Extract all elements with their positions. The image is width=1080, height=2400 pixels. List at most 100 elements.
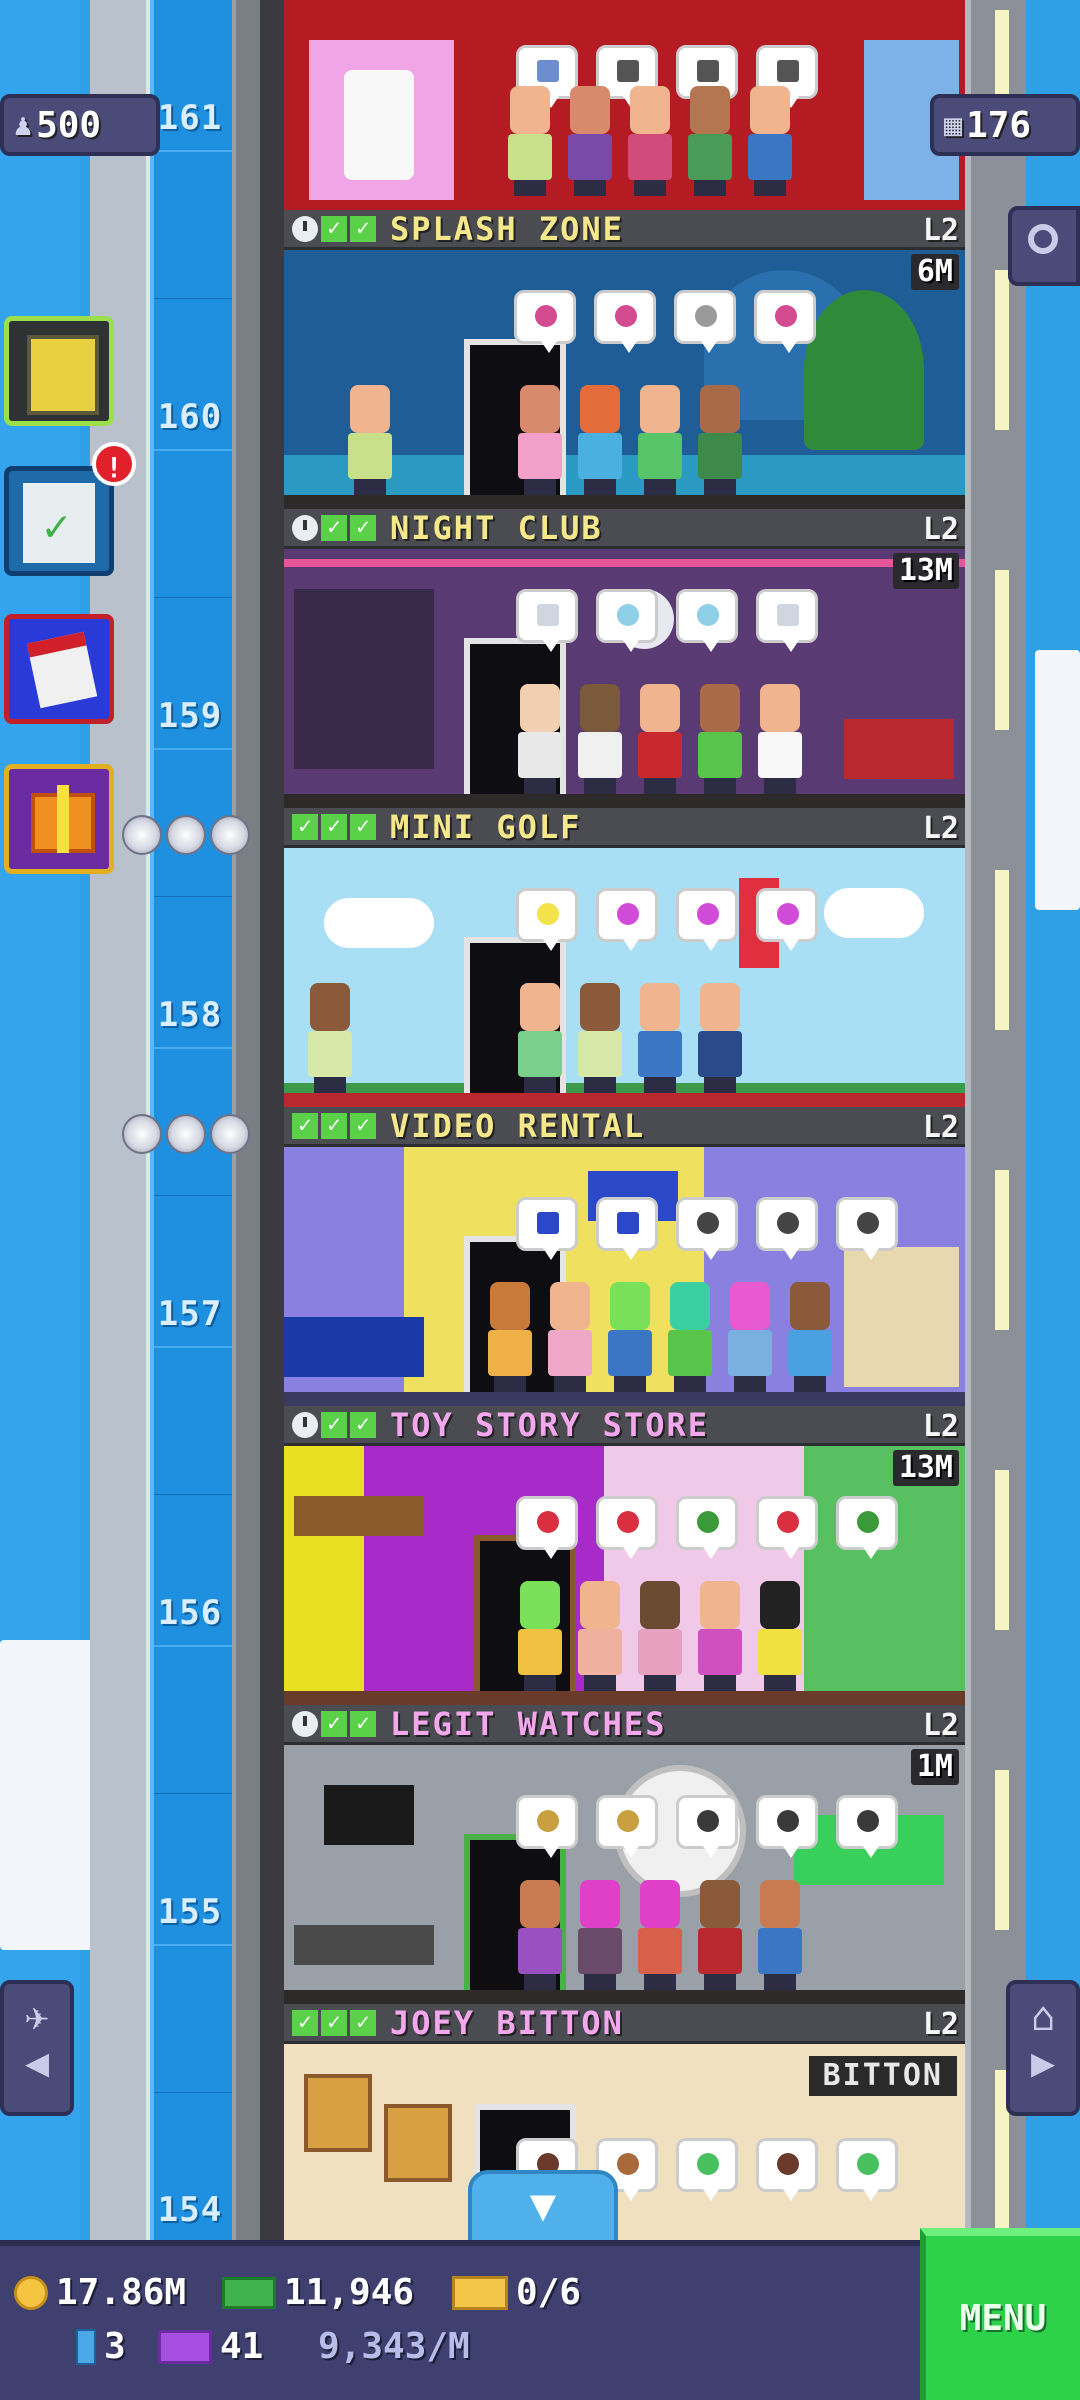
wall-lamp [995,870,1009,1030]
visitor[interactable] [744,86,796,196]
money-ready-tag[interactable]: 13M [892,553,959,589]
floor-161[interactable] [284,0,965,210]
status-icons: ✓ ✓ [284,514,376,541]
visitor[interactable] [784,1282,836,1392]
visitor[interactable] [634,983,686,1093]
floor-night-club[interactable]: ✓ ✓ NIGHT CLUB L2 13M [284,509,965,808]
visitor[interactable] [634,1581,686,1691]
gift-button[interactable] [4,764,114,874]
check-icon: ✓ [321,813,347,840]
yellow-wall [284,1446,364,1705]
build-floor-button[interactable] [4,316,114,426]
lobby-nav-button[interactable]: ✈ ◀ [0,1980,74,2116]
thought-bubbles [514,290,816,353]
cloud [1035,650,1080,910]
money-ready-tag[interactable]: 13M [892,1450,959,1486]
floor-joey-bitton[interactable]: ✓ ✓ ✓ JOEY BITTON L2 BITTON [284,2004,965,2240]
home-nav-button[interactable]: ⌂ ▶ [1006,1980,1080,2116]
visitor[interactable] [604,1282,656,1392]
visitor[interactable] [544,1282,596,1392]
bux-value: 11,946 [284,2272,415,2313]
visitor[interactable] [564,86,616,196]
visitor[interactable] [574,684,626,794]
zoom-button[interactable] [1008,206,1080,286]
visitor[interactable] [504,86,556,196]
visitor[interactable] [484,1282,536,1392]
floor-legit-watches[interactable]: ✓ ✓ LEGIT WATCHES L2 1M [284,1705,965,2004]
floor-toy-story-store[interactable]: ✓ ✓ TOY STORY STORE L2 13M [284,1406,965,1705]
visitor[interactable] [634,385,686,495]
visitors [504,86,796,196]
visitor[interactable] [634,1880,686,1990]
chevron-down-icon: ▼ [529,2180,557,2231]
check-icon: ✓ [350,2009,376,2036]
visitor[interactable] [724,1282,776,1392]
bubble-icon [615,305,637,327]
visitor[interactable] [514,684,566,794]
tickets-counter[interactable]: 0/6 [452,2272,581,2313]
calendar-button[interactable] [4,614,114,724]
status-icons: ✓ ✓ [284,1710,376,1737]
elevators-counter[interactable]: 3 [76,2326,126,2367]
thought-bubble [836,1197,898,1260]
floor-interior [284,0,965,210]
floor-number: 157 [157,1294,223,1334]
visitor[interactable] [754,1581,806,1691]
visitor[interactable] [694,684,746,794]
vip-counter[interactable]: 41 [158,2326,263,2367]
scroll-down-button[interactable]: ▼ [468,2170,618,2244]
visitor[interactable] [574,385,626,495]
home-icon: ⌂ [1030,1994,1056,2040]
visitor[interactable] [344,385,396,495]
thought-bubbles [516,888,818,951]
visitor[interactable] [514,385,566,495]
thought-bubble [596,1795,658,1858]
visitor[interactable] [694,1581,746,1691]
handbag-display [384,2104,452,2182]
money-ready-tag[interactable]: 1M [910,1749,959,1785]
visitor[interactable] [634,684,686,794]
visitor[interactable] [694,385,746,495]
floor-splash-zone[interactable]: ✓ ✓ SPLASH ZONE L2 6M [284,210,965,509]
visitor[interactable] [514,983,566,1093]
visitor[interactable] [684,86,736,196]
menu-button[interactable]: MENU [920,2228,1080,2400]
visitor[interactable] [664,1282,716,1392]
person-icon: ♟ [14,107,33,143]
visitor[interactable] [574,983,626,1093]
visitor[interactable] [754,684,806,794]
floors-counter[interactable]: ▦ 176 [930,94,1080,156]
bubble-icon [617,903,639,925]
visitor[interactable] [694,983,746,1093]
tower-right-wall [965,0,1026,2240]
status-icons: ✓ ✓ [284,215,376,242]
visitor[interactable] [694,1880,746,1990]
bux-counter[interactable]: 11,946 [222,2272,414,2313]
wall-lamp [995,1470,1009,1630]
visitor[interactable] [514,1581,566,1691]
check-icon: ✓ [350,1710,376,1737]
missions-button[interactable]: ✓ [4,466,114,576]
visitor[interactable] [304,983,356,1093]
thought-bubble [516,1795,578,1858]
population-counter[interactable]: ♟ 500 [0,94,160,156]
visitor[interactable] [514,1880,566,1990]
coins-counter[interactable]: 17.86M [14,2272,186,2313]
floor-mini-golf[interactable]: ✓ ✓ ✓ MINI GOLF L2 [284,808,965,1107]
thought-bubbles [516,589,818,652]
visitor[interactable] [574,1880,626,1990]
floor-header: ✓ ✓ LEGIT WATCHES L2 [284,1705,965,1745]
check-icon: ✓ [321,1411,347,1438]
thought-bubble [516,888,578,951]
visitor[interactable] [624,86,676,196]
resource-bar: 17.86M 11,946 0/6 3 41 9,343/M [0,2240,920,2400]
floor-video-rental[interactable]: ✓ ✓ ✓ VIDEO RENTAL L2 [284,1107,965,1406]
clock-icon [292,1710,318,1737]
visitor[interactable] [754,1880,806,1990]
money-ready-tag[interactable]: 6M [910,254,959,290]
handbag-display [304,2074,372,2152]
check-icon: ✓ [292,1112,318,1139]
visitor[interactable] [574,1581,626,1691]
thought-bubble [836,1795,898,1858]
tickets-value: 0/6 [516,2272,582,2313]
